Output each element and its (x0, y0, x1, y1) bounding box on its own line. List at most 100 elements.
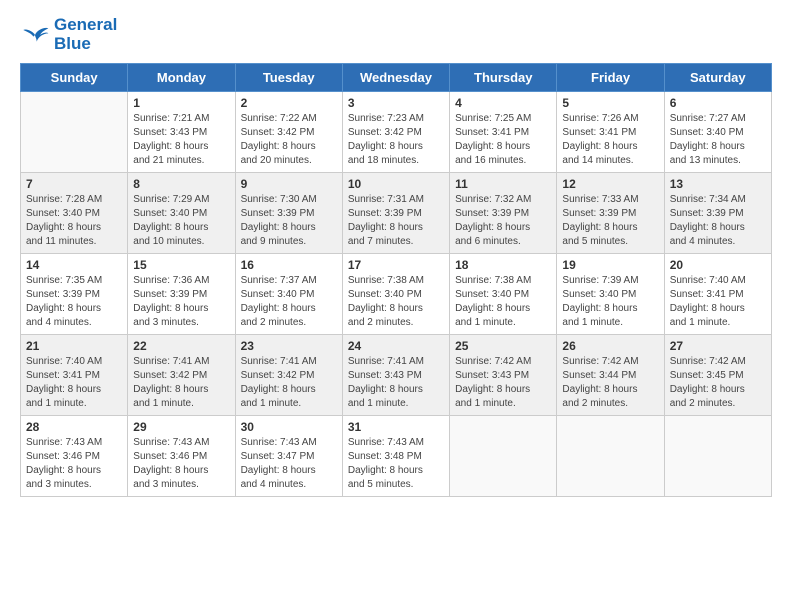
calendar-week-row: 28 Sunrise: 7:43 AM Sunset: 3:46 PM Dayli… (21, 416, 772, 497)
col-header-sunday: Sunday (21, 64, 128, 92)
day-number: 26 (562, 339, 658, 353)
day-number: 31 (348, 420, 444, 434)
calendar-cell: 4 Sunrise: 7:25 AM Sunset: 3:41 PM Daylig… (450, 92, 557, 173)
calendar-cell: 25 Sunrise: 7:42 AM Sunset: 3:43 PM Dayli… (450, 335, 557, 416)
calendar-cell: 14 Sunrise: 7:35 AM Sunset: 3:39 PM Dayli… (21, 254, 128, 335)
calendar-cell: 27Sunrise: 7:42 AM Sunset: 3:45 PM Dayli… (664, 335, 771, 416)
calendar-cell: 6Sunrise: 7:27 AM Sunset: 3:40 PM Daylig… (664, 92, 771, 173)
calendar-cell: 18 Sunrise: 7:38 AM Sunset: 3:40 PM Dayli… (450, 254, 557, 335)
logo-icon (20, 23, 50, 47)
calendar-cell (21, 92, 128, 173)
day-info: Sunrise: 7:35 AM Sunset: 3:39 PM Dayligh… (26, 274, 122, 330)
day-number: 8 (133, 177, 229, 191)
calendar-cell (450, 416, 557, 497)
calendar-cell: 12 Sunrise: 7:33 AM Sunset: 3:39 PM Dayli… (557, 173, 664, 254)
day-info: Sunrise: 7:42 AM Sunset: 3:44 PM Dayligh… (562, 355, 658, 411)
calendar-cell: 10 Sunrise: 7:31 AM Sunset: 3:39 PM Dayli… (342, 173, 449, 254)
day-info: Sunrise: 7:40 AM Sunset: 3:41 PM Dayligh… (26, 355, 122, 411)
calendar-cell: 9 Sunrise: 7:30 AM Sunset: 3:39 PM Daylig… (235, 173, 342, 254)
day-number: 30 (241, 420, 337, 434)
calendar-cell: 23 Sunrise: 7:41 AM Sunset: 3:42 PM Dayli… (235, 335, 342, 416)
calendar-cell: 20Sunrise: 7:40 AM Sunset: 3:41 PM Dayli… (664, 254, 771, 335)
day-info: Sunrise: 7:41 AM Sunset: 3:42 PM Dayligh… (241, 355, 337, 411)
day-number: 21 (26, 339, 122, 353)
day-info: Sunrise: 7:38 AM Sunset: 3:40 PM Dayligh… (348, 274, 444, 330)
day-info: Sunrise: 7:30 AM Sunset: 3:39 PM Dayligh… (241, 193, 337, 249)
day-info: Sunrise: 7:25 AM Sunset: 3:41 PM Dayligh… (455, 112, 551, 168)
day-number: 27 (670, 339, 766, 353)
calendar-week-row: 14 Sunrise: 7:35 AM Sunset: 3:39 PM Dayli… (21, 254, 772, 335)
day-info: Sunrise: 7:28 AM Sunset: 3:40 PM Dayligh… (26, 193, 122, 249)
calendar-cell: 30 Sunrise: 7:43 AM Sunset: 3:47 PM Dayli… (235, 416, 342, 497)
calendar-cell: 29 Sunrise: 7:43 AM Sunset: 3:46 PM Dayli… (128, 416, 235, 497)
calendar-cell: 15 Sunrise: 7:36 AM Sunset: 3:39 PM Dayli… (128, 254, 235, 335)
col-header-thursday: Thursday (450, 64, 557, 92)
calendar-cell (557, 416, 664, 497)
day-number: 16 (241, 258, 337, 272)
calendar-cell: 13 Sunrise: 7:34 AM Sunset: 3:39 PM Dayli… (664, 173, 771, 254)
day-number: 14 (26, 258, 122, 272)
calendar-week-row: 1Sunrise: 7:21 AM Sunset: 3:43 PM Daylig… (21, 92, 772, 173)
day-info: Sunrise: 7:41 AM Sunset: 3:42 PM Dayligh… (133, 355, 229, 411)
day-number: 2 (241, 96, 337, 110)
day-info: Sunrise: 7:37 AM Sunset: 3:40 PM Dayligh… (241, 274, 337, 330)
calendar-cell: 17 Sunrise: 7:38 AM Sunset: 3:40 PM Dayli… (342, 254, 449, 335)
day-number: 22 (133, 339, 229, 353)
day-info: Sunrise: 7:43 AM Sunset: 3:46 PM Dayligh… (133, 436, 229, 492)
day-number: 28 (26, 420, 122, 434)
day-number: 5 (562, 96, 658, 110)
day-info: Sunrise: 7:32 AM Sunset: 3:39 PM Dayligh… (455, 193, 551, 249)
day-number: 18 (455, 258, 551, 272)
calendar-cell: 3Sunrise: 7:23 AM Sunset: 3:42 PM Daylig… (342, 92, 449, 173)
day-number: 19 (562, 258, 658, 272)
day-number: 29 (133, 420, 229, 434)
day-info: Sunrise: 7:43 AM Sunset: 3:47 PM Dayligh… (241, 436, 337, 492)
day-info: Sunrise: 7:31 AM Sunset: 3:39 PM Dayligh… (348, 193, 444, 249)
day-number: 1 (133, 96, 229, 110)
day-info: Sunrise: 7:39 AM Sunset: 3:40 PM Dayligh… (562, 274, 658, 330)
day-number: 10 (348, 177, 444, 191)
day-info: Sunrise: 7:38 AM Sunset: 3:40 PM Dayligh… (455, 274, 551, 330)
calendar-cell: 11 Sunrise: 7:32 AM Sunset: 3:39 PM Dayli… (450, 173, 557, 254)
day-info: Sunrise: 7:27 AM Sunset: 3:40 PM Dayligh… (670, 112, 766, 168)
day-info: Sunrise: 7:36 AM Sunset: 3:39 PM Dayligh… (133, 274, 229, 330)
calendar-cell: 2 Sunrise: 7:22 AM Sunset: 3:42 PM Daylig… (235, 92, 342, 173)
calendar-header-row: SundayMondayTuesdayWednesdayThursdayFrid… (21, 64, 772, 92)
day-number: 7 (26, 177, 122, 191)
day-number: 15 (133, 258, 229, 272)
col-header-friday: Friday (557, 64, 664, 92)
day-info: Sunrise: 7:33 AM Sunset: 3:39 PM Dayligh… (562, 193, 658, 249)
day-info: Sunrise: 7:43 AM Sunset: 3:48 PM Dayligh… (348, 436, 444, 492)
day-number: 4 (455, 96, 551, 110)
calendar-cell: 22 Sunrise: 7:41 AM Sunset: 3:42 PM Dayli… (128, 335, 235, 416)
logo-text: General Blue (54, 16, 117, 53)
day-number: 25 (455, 339, 551, 353)
col-header-saturday: Saturday (664, 64, 771, 92)
day-info: Sunrise: 7:43 AM Sunset: 3:46 PM Dayligh… (26, 436, 122, 492)
logo: General Blue (20, 16, 117, 53)
day-info: Sunrise: 7:29 AM Sunset: 3:40 PM Dayligh… (133, 193, 229, 249)
calendar-cell: 1Sunrise: 7:21 AM Sunset: 3:43 PM Daylig… (128, 92, 235, 173)
calendar-table: SundayMondayTuesdayWednesdayThursdayFrid… (20, 63, 772, 497)
calendar-cell: 19 Sunrise: 7:39 AM Sunset: 3:40 PM Dayli… (557, 254, 664, 335)
day-number: 13 (670, 177, 766, 191)
calendar-cell: 24Sunrise: 7:41 AM Sunset: 3:43 PM Dayli… (342, 335, 449, 416)
day-number: 23 (241, 339, 337, 353)
day-number: 11 (455, 177, 551, 191)
page-header: General Blue (20, 16, 772, 53)
day-number: 3 (348, 96, 444, 110)
day-info: Sunrise: 7:26 AM Sunset: 3:41 PM Dayligh… (562, 112, 658, 168)
day-info: Sunrise: 7:41 AM Sunset: 3:43 PM Dayligh… (348, 355, 444, 411)
day-number: 12 (562, 177, 658, 191)
day-number: 17 (348, 258, 444, 272)
day-info: Sunrise: 7:22 AM Sunset: 3:42 PM Dayligh… (241, 112, 337, 168)
day-info: Sunrise: 7:34 AM Sunset: 3:39 PM Dayligh… (670, 193, 766, 249)
col-header-wednesday: Wednesday (342, 64, 449, 92)
day-info: Sunrise: 7:40 AM Sunset: 3:41 PM Dayligh… (670, 274, 766, 330)
calendar-cell: 26 Sunrise: 7:42 AM Sunset: 3:44 PM Dayli… (557, 335, 664, 416)
day-info: Sunrise: 7:42 AM Sunset: 3:43 PM Dayligh… (455, 355, 551, 411)
calendar-cell: 5 Sunrise: 7:26 AM Sunset: 3:41 PM Daylig… (557, 92, 664, 173)
col-header-tuesday: Tuesday (235, 64, 342, 92)
calendar-cell: 28 Sunrise: 7:43 AM Sunset: 3:46 PM Dayli… (21, 416, 128, 497)
day-number: 9 (241, 177, 337, 191)
